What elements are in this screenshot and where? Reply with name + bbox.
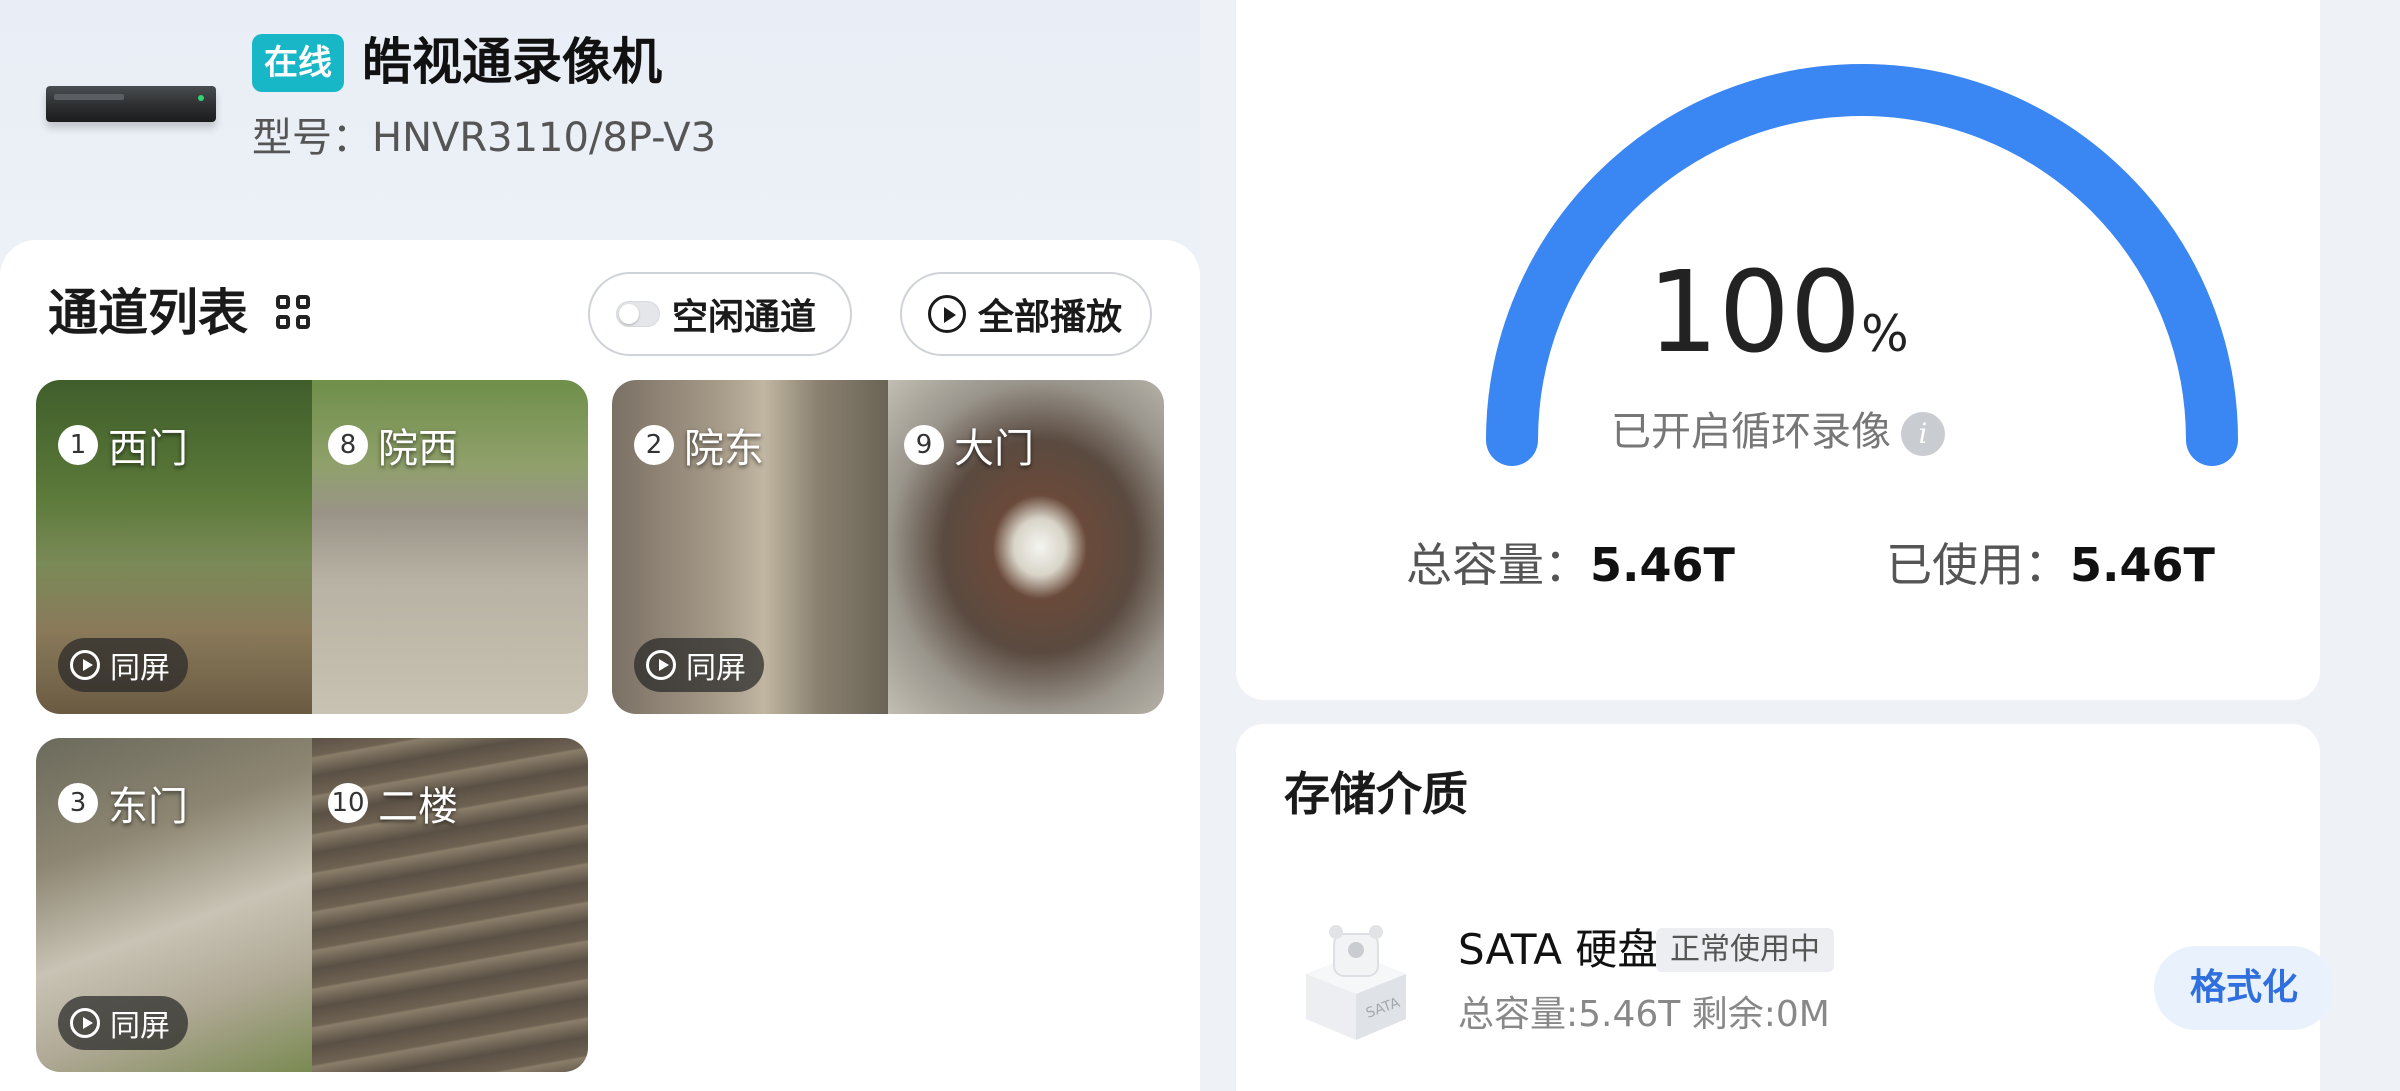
camera-name: 院东	[684, 426, 764, 472]
percent-value: 100	[1647, 248, 1862, 378]
left-panel: 在线 皓视通录像机 型号：HNVR3110/8P-V3 通道列表 空闲通道 全部…	[0, 0, 1200, 1091]
play-icon	[70, 650, 100, 680]
toggle-switch-icon[interactable]	[616, 301, 660, 327]
camera-label: 9 大门	[904, 416, 1034, 474]
used-capacity-label: 已使用：	[1886, 538, 2070, 592]
loop-recording-status: 已开启循环录像 i	[1236, 402, 2320, 462]
channel-number: 3	[58, 783, 98, 823]
play-icon	[70, 1008, 100, 1038]
channel-tile[interactable]: 3 东门 同屏 10 二楼	[36, 738, 588, 1072]
hard-disk-icon: SATA	[1306, 925, 1406, 1040]
percent-unit: %	[1861, 305, 1909, 363]
same-screen-label: 同屏	[110, 1009, 170, 1044]
channel-tile[interactable]: 2 院东 同屏 9 大门	[612, 380, 1164, 714]
disk-capacity-detail: 总容量:5.46T 剩余:0M	[1458, 994, 1830, 1035]
camera-label: 2 院东	[634, 416, 764, 474]
channel-list-title: 通道列表	[48, 284, 248, 342]
same-screen-button[interactable]: 同屏	[58, 638, 188, 692]
channel-number: 10	[328, 783, 368, 823]
camera-view[interactable]: 2 院东 同屏	[612, 380, 888, 714]
total-capacity-label: 总容量：	[1406, 538, 1590, 592]
camera-label: 3 东门	[58, 774, 188, 832]
camera-view[interactable]: 3 东门 同屏	[36, 738, 312, 1072]
disk-name: SATA 硬盘	[1458, 925, 1660, 974]
storage-media-card: 存储介质 SATA SATA 硬盘 正常使用中 总容量:5.46T 剩余:0M …	[1236, 724, 2334, 1091]
status-badge: 在线	[252, 34, 344, 92]
play-icon	[928, 295, 966, 333]
channel-number: 8	[328, 425, 368, 465]
total-capacity-value: 5.46T	[1590, 538, 1735, 592]
usage-percent: 100%	[1236, 248, 2320, 399]
storage-media-title: 存储介质	[1284, 767, 1468, 821]
used-capacity: 已使用：5.46T	[1886, 530, 2215, 600]
camera-name: 西门	[108, 426, 188, 472]
camera-view[interactable]: 8 院西	[312, 380, 588, 714]
grid-layout-icon[interactable]	[276, 295, 312, 331]
camera-label: 10 二楼	[328, 774, 458, 832]
channel-number: 9	[904, 425, 944, 465]
device-model: 型号：HNVR3110/8P-V3	[252, 115, 717, 161]
nvr-device-image	[46, 86, 216, 122]
play-all-button[interactable]: 全部播放	[900, 272, 1152, 356]
channel-list-card: 通道列表 空闲通道 全部播放 1 西门 同屏 8 院西 2 院东 同屏 9 大门…	[0, 240, 1200, 1091]
device-name: 皓视通录像机	[362, 33, 662, 91]
camera-label: 8 院西	[328, 416, 458, 474]
camera-name: 东门	[108, 784, 188, 830]
camera-name: 院西	[378, 426, 458, 472]
channel-tile[interactable]: 1 西门 同屏 8 院西	[36, 380, 588, 714]
play-all-label: 全部播放	[978, 297, 1123, 338]
total-capacity: 总容量：5.46T	[1406, 530, 1735, 600]
play-icon	[646, 650, 676, 680]
loop-recording-label: 已开启循环录像	[1611, 409, 1891, 455]
camera-view[interactable]: 10 二楼	[312, 738, 588, 1072]
camera-name: 大门	[954, 426, 1034, 472]
same-screen-label: 同屏	[110, 651, 170, 686]
same-screen-label: 同屏	[686, 651, 746, 686]
camera-label: 1 西门	[58, 416, 188, 474]
camera-view[interactable]: 1 西门 同屏	[36, 380, 312, 714]
same-screen-button[interactable]: 同屏	[58, 996, 188, 1050]
same-screen-button[interactable]: 同屏	[634, 638, 764, 692]
info-icon[interactable]: i	[1901, 412, 1945, 456]
storage-usage-card: 100% 已开启循环录像 i 总容量：5.46T 已使用：5.46T	[1236, 0, 2320, 700]
right-panel: 100% 已开启循环录像 i 总容量：5.46T 已使用：5.46T 存储介质 S…	[1200, 0, 2400, 1091]
camera-view[interactable]: 9 大门	[888, 380, 1164, 714]
device-header: 在线 皓视通录像机 型号：HNVR3110/8P-V3	[0, 0, 1200, 240]
used-capacity-value: 5.46T	[2070, 538, 2215, 592]
channel-number: 2	[634, 425, 674, 465]
camera-name: 二楼	[378, 784, 458, 830]
channel-number: 1	[58, 425, 98, 465]
disk-status-badge: 正常使用中	[1656, 928, 1834, 972]
idle-channel-label: 空闲通道	[672, 297, 817, 338]
format-button[interactable]: 格式化	[2154, 946, 2334, 1030]
idle-channel-toggle[interactable]: 空闲通道	[588, 272, 852, 356]
